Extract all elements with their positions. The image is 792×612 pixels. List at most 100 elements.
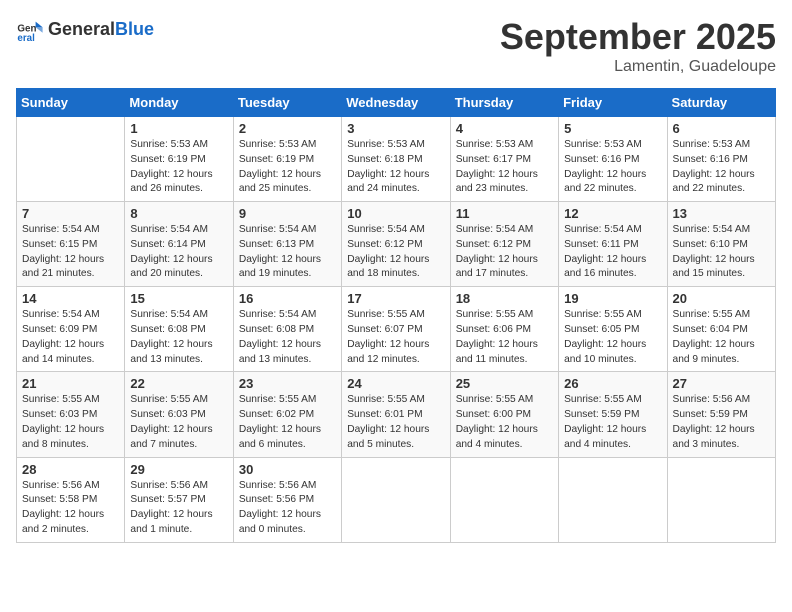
day-number: 19 [564,291,661,306]
calendar-week-row: 28 Sunrise: 5:56 AM Sunset: 5:58 PM Dayli… [17,457,776,542]
calendar-cell: 28 Sunrise: 5:56 AM Sunset: 5:58 PM Dayli… [17,457,125,542]
calendar-cell: 1Sunrise: 5:53 AM Sunset: 6:19 PM Daylig… [125,117,233,202]
day-info: Sunrise: 5:54 AM Sunset: 6:14 PM Dayligh… [130,223,227,282]
calendar-week-row: 21 Sunrise: 5:55 AM Sunset: 6:03 PM Dayli… [17,372,776,457]
day-info: Sunrise: 5:53 AM Sunset: 6:16 PM Dayligh… [564,138,661,197]
day-number: 10 [347,206,444,221]
calendar-cell: 23 Sunrise: 5:55 AM Sunset: 6:02 PM Dayli… [233,372,341,457]
day-number: 9 [239,206,336,221]
day-info: Sunrise: 5:56 AM Sunset: 5:56 PM Dayligh… [239,479,336,538]
calendar-cell: 19 Sunrise: 5:55 AM Sunset: 6:05 PM Dayli… [559,287,667,372]
day-info: Sunrise: 5:54 AM Sunset: 6:09 PM Dayligh… [22,308,119,367]
day-number: 24 [347,376,444,391]
calendar-cell: 20Sunrise: 5:55 AM Sunset: 6:04 PM Dayli… [667,287,775,372]
day-info: Sunrise: 5:54 AM Sunset: 6:08 PM Dayligh… [130,308,227,367]
col-header-monday: Monday [125,89,233,117]
logo-blue: Blue [115,19,154,39]
logo-general: General [48,19,115,39]
day-number: 26 [564,376,661,391]
day-number: 15 [130,291,227,306]
day-info: Sunrise: 5:54 AM Sunset: 6:12 PM Dayligh… [347,223,444,282]
col-header-friday: Friday [559,89,667,117]
calendar-cell: 11 Sunrise: 5:54 AM Sunset: 6:12 PM Dayli… [450,202,558,287]
day-info: Sunrise: 5:55 AM Sunset: 6:01 PM Dayligh… [347,393,444,452]
logo: Gen eral GeneralBlue [16,16,154,44]
day-info: Sunrise: 5:53 AM Sunset: 6:16 PM Dayligh… [673,138,770,197]
day-info: Sunrise: 5:53 AM Sunset: 6:19 PM Dayligh… [239,138,336,197]
day-number: 22 [130,376,227,391]
col-header-tuesday: Tuesday [233,89,341,117]
day-info: Sunrise: 5:55 AM Sunset: 6:00 PM Dayligh… [456,393,553,452]
day-number: 3 [347,121,444,136]
day-info: Sunrise: 5:56 AM Sunset: 5:59 PM Dayligh… [673,393,770,452]
calendar-cell: 26Sunrise: 5:55 AM Sunset: 5:59 PM Dayli… [559,372,667,457]
day-number: 14 [22,291,119,306]
day-number: 13 [673,206,770,221]
calendar-cell: 3 Sunrise: 5:53 AM Sunset: 6:18 PM Daylig… [342,117,450,202]
day-number: 29 [130,462,227,477]
day-info: Sunrise: 5:54 AM Sunset: 6:10 PM Dayligh… [673,223,770,282]
day-number: 28 [22,462,119,477]
calendar-cell: 29 Sunrise: 5:56 AM Sunset: 5:57 PM Dayli… [125,457,233,542]
day-info: Sunrise: 5:53 AM Sunset: 6:18 PM Dayligh… [347,138,444,197]
day-number: 4 [456,121,553,136]
day-info: Sunrise: 5:55 AM Sunset: 6:02 PM Dayligh… [239,393,336,452]
calendar-week-row: 14 Sunrise: 5:54 AM Sunset: 6:09 PM Dayli… [17,287,776,372]
calendar-cell [450,457,558,542]
day-number: 11 [456,206,553,221]
calendar-cell [667,457,775,542]
col-header-sunday: Sunday [17,89,125,117]
calendar-cell: 13 Sunrise: 5:54 AM Sunset: 6:10 PM Dayli… [667,202,775,287]
col-header-wednesday: Wednesday [342,89,450,117]
calendar-cell: 6Sunrise: 5:53 AM Sunset: 6:16 PM Daylig… [667,117,775,202]
day-info: Sunrise: 5:54 AM Sunset: 6:11 PM Dayligh… [564,223,661,282]
calendar-week-row: 7 Sunrise: 5:54 AM Sunset: 6:15 PM Daylig… [17,202,776,287]
calendar-cell: 5Sunrise: 5:53 AM Sunset: 6:16 PM Daylig… [559,117,667,202]
day-number: 18 [456,291,553,306]
calendar-table: SundayMondayTuesdayWednesdayThursdayFrid… [16,88,776,543]
day-info: Sunrise: 5:56 AM Sunset: 5:58 PM Dayligh… [22,479,119,538]
day-info: Sunrise: 5:54 AM Sunset: 6:12 PM Dayligh… [456,223,553,282]
calendar-cell: 8 Sunrise: 5:54 AM Sunset: 6:14 PM Daylig… [125,202,233,287]
calendar-cell: 22 Sunrise: 5:55 AM Sunset: 6:03 PM Dayli… [125,372,233,457]
calendar-cell: 12 Sunrise: 5:54 AM Sunset: 6:11 PM Dayli… [559,202,667,287]
day-number: 8 [130,206,227,221]
day-info: Sunrise: 5:55 AM Sunset: 6:03 PM Dayligh… [130,393,227,452]
location-title: Lamentin, Guadeloupe [500,58,776,76]
calendar-cell: 30Sunrise: 5:56 AM Sunset: 5:56 PM Dayli… [233,457,341,542]
svg-text:eral: eral [17,33,35,44]
month-title: September 2025 [500,16,776,58]
col-header-thursday: Thursday [450,89,558,117]
calendar-cell: 9 Sunrise: 5:54 AM Sunset: 6:13 PM Daylig… [233,202,341,287]
day-number: 23 [239,376,336,391]
day-info: Sunrise: 5:53 AM Sunset: 6:19 PM Dayligh… [130,138,227,197]
day-info: Sunrise: 5:54 AM Sunset: 6:08 PM Dayligh… [239,308,336,367]
calendar-cell: 16 Sunrise: 5:54 AM Sunset: 6:08 PM Dayli… [233,287,341,372]
calendar-cell: 21 Sunrise: 5:55 AM Sunset: 6:03 PM Dayli… [17,372,125,457]
day-number: 21 [22,376,119,391]
day-info: Sunrise: 5:56 AM Sunset: 5:57 PM Dayligh… [130,479,227,538]
day-number: 16 [239,291,336,306]
page-header: Gen eral GeneralBlue September 2025 Lame… [16,16,776,76]
calendar-cell: 2 Sunrise: 5:53 AM Sunset: 6:19 PM Daylig… [233,117,341,202]
col-header-saturday: Saturday [667,89,775,117]
day-number: 25 [456,376,553,391]
day-info: Sunrise: 5:55 AM Sunset: 6:03 PM Dayligh… [22,393,119,452]
calendar-cell [342,457,450,542]
day-info: Sunrise: 5:55 AM Sunset: 6:05 PM Dayligh… [564,308,661,367]
calendar-cell: 15 Sunrise: 5:54 AM Sunset: 6:08 PM Dayli… [125,287,233,372]
day-number: 12 [564,206,661,221]
day-number: 7 [22,206,119,221]
calendar-cell: 14 Sunrise: 5:54 AM Sunset: 6:09 PM Dayli… [17,287,125,372]
day-number: 2 [239,121,336,136]
logo-icon: Gen eral [16,16,44,44]
day-info: Sunrise: 5:55 AM Sunset: 6:07 PM Dayligh… [347,308,444,367]
day-info: Sunrise: 5:54 AM Sunset: 6:15 PM Dayligh… [22,223,119,282]
calendar-cell: 4Sunrise: 5:53 AM Sunset: 6:17 PM Daylig… [450,117,558,202]
calendar-cell: 17 Sunrise: 5:55 AM Sunset: 6:07 PM Dayli… [342,287,450,372]
day-info: Sunrise: 5:55 AM Sunset: 6:06 PM Dayligh… [456,308,553,367]
day-number: 17 [347,291,444,306]
day-info: Sunrise: 5:54 AM Sunset: 6:13 PM Dayligh… [239,223,336,282]
title-area: September 2025 Lamentin, Guadeloupe [500,16,776,76]
calendar-header-row: SundayMondayTuesdayWednesdayThursdayFrid… [17,89,776,117]
